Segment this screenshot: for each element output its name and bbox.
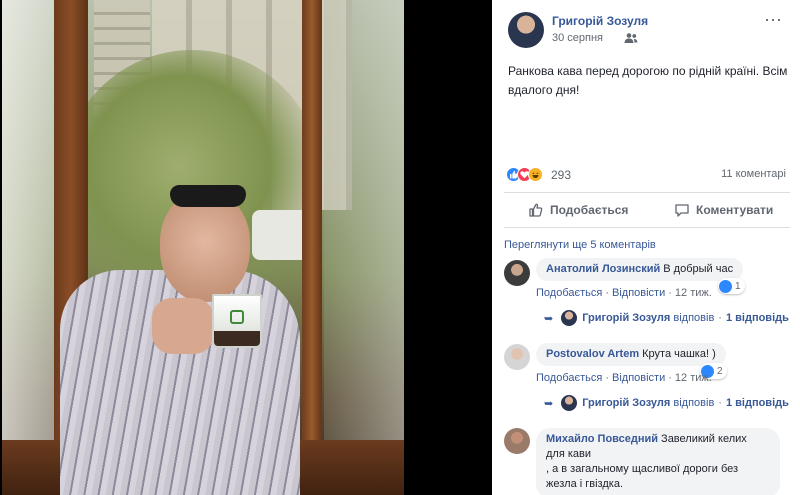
haha-reaction-icon [528,167,543,182]
comment-reaction-count: 1 [735,280,741,292]
post-date[interactable]: 30 серпня [552,32,603,44]
reaction-count[interactable]: 293 [551,168,571,182]
comment-text-line2: для кави [546,448,592,460]
photo-viewer [0,0,492,495]
comment-bubble: Postovalov Artem Крута чашка! ) [536,343,726,366]
comment-icon [675,204,689,217]
comment-text-line1: Завеликий келих [661,433,747,445]
comment-reply-link[interactable]: Відповісти [612,287,665,299]
post-header: Григорій Зозуля 30 серпня ⋯ [508,10,788,48]
divider [504,192,790,193]
comment-item: Анатолий Лозинский В добрый час 1 Подобає… [504,258,794,328]
comment-meta: Подобається · Відповісти · 12 тиж. [536,372,712,384]
post-side-panel: Григорій Зозуля 30 серпня ⋯ Ранкова кава… [492,0,800,495]
photo-sunglasses [170,185,246,207]
comment-button-label: Коментувати [696,203,774,217]
friends-icon [624,33,638,43]
divider [504,227,790,228]
reactions-bar[interactable]: 293 11 коментарі [506,167,786,183]
comment-time[interactable]: 12 тиж. [675,372,712,384]
post-actions: Подобається Коментувати [504,196,790,224]
comment-like-link[interactable]: Подобається [536,287,602,299]
reply-word: відповів [673,312,715,324]
commenter-name[interactable]: Михайло Повседний [546,433,658,445]
reply-arrow-icon: ➥ [544,312,554,325]
author-avatar[interactable] [508,12,544,48]
comment-bubble: Михайло Повседний Завеликий келих для кав… [536,428,780,495]
photo-curtain-left [2,0,60,495]
view-more-comments-link[interactable]: Переглянути ще 5 коментарів [504,239,656,251]
commenter-name[interactable]: Анатолий Лозинский [546,263,660,275]
reply-author-avatar [561,310,578,326]
comment-reactions[interactable]: 1 [718,278,745,294]
comment-item: Postovalov Artem Крута чашка! ) 2 Подобає… [504,343,794,413]
reply-count: 1 відповідь [725,397,789,409]
comment-text-line3: , а в загальному щасливої дороги без [546,463,739,475]
like-button-label: Подобається [550,203,629,217]
reply-author: Григорій Зозуля [582,312,671,324]
photo-hand [152,298,214,354]
more-options-icon[interactable]: ⋯ [764,10,782,31]
thumbs-up-icon [529,203,543,217]
commenter-name[interactable]: Postovalov Artem [546,348,639,360]
view-replies-link[interactable]: ➥ Григорій Зозуля відповів · 1 відповідь [544,395,789,411]
reply-word: відповів [673,397,715,409]
reply-arrow-icon: ➥ [544,397,554,410]
comment-text: В добрый час [663,263,734,275]
comment-time[interactable]: 12 тиж. [675,287,712,299]
comment-reaction-count: 2 [717,365,723,377]
photo-person-head [160,192,250,302]
comment-count[interactable]: 11 коментарі [721,168,786,180]
commenter-avatar[interactable] [504,428,530,454]
photo-curtain-right [324,0,404,495]
post-text: Ранкова кава перед дорогою по рідній кра… [508,64,788,97]
commenter-avatar[interactable] [504,344,530,370]
comment-button[interactable]: Коментувати [674,196,800,224]
comment-reply-link[interactable]: Відповісти [612,372,665,384]
comment-like-link[interactable]: Подобається [536,372,602,384]
reply-author: Григорій Зозуля [582,397,671,409]
reply-author-avatar [561,395,578,411]
commenter-avatar[interactable] [504,260,530,286]
like-reaction-icon [719,279,732,293]
comment-bubble: Анатолий Лозинский В добрый час [536,258,744,281]
comment-text-line4: жезла і гвіздка. [546,478,623,490]
view-replies-link[interactable]: ➥ Григорій Зозуля відповів · 1 відповідь [544,310,789,326]
like-button[interactable]: Подобається [528,196,628,224]
photo-window-frame-right [302,0,322,495]
comment-meta: Подобається · Відповісти · 12 тиж. [536,287,712,299]
reply-count: 1 відповідь [725,312,789,324]
author-name[interactable]: Григорій Зозуля [552,14,648,28]
comment-text: Крута чашка! ) [642,348,716,360]
comment-item: Михайло Повседний Завеликий келих для кав… [504,428,794,495]
post-photo[interactable] [2,0,404,495]
photo-mug-logo [230,310,244,324]
